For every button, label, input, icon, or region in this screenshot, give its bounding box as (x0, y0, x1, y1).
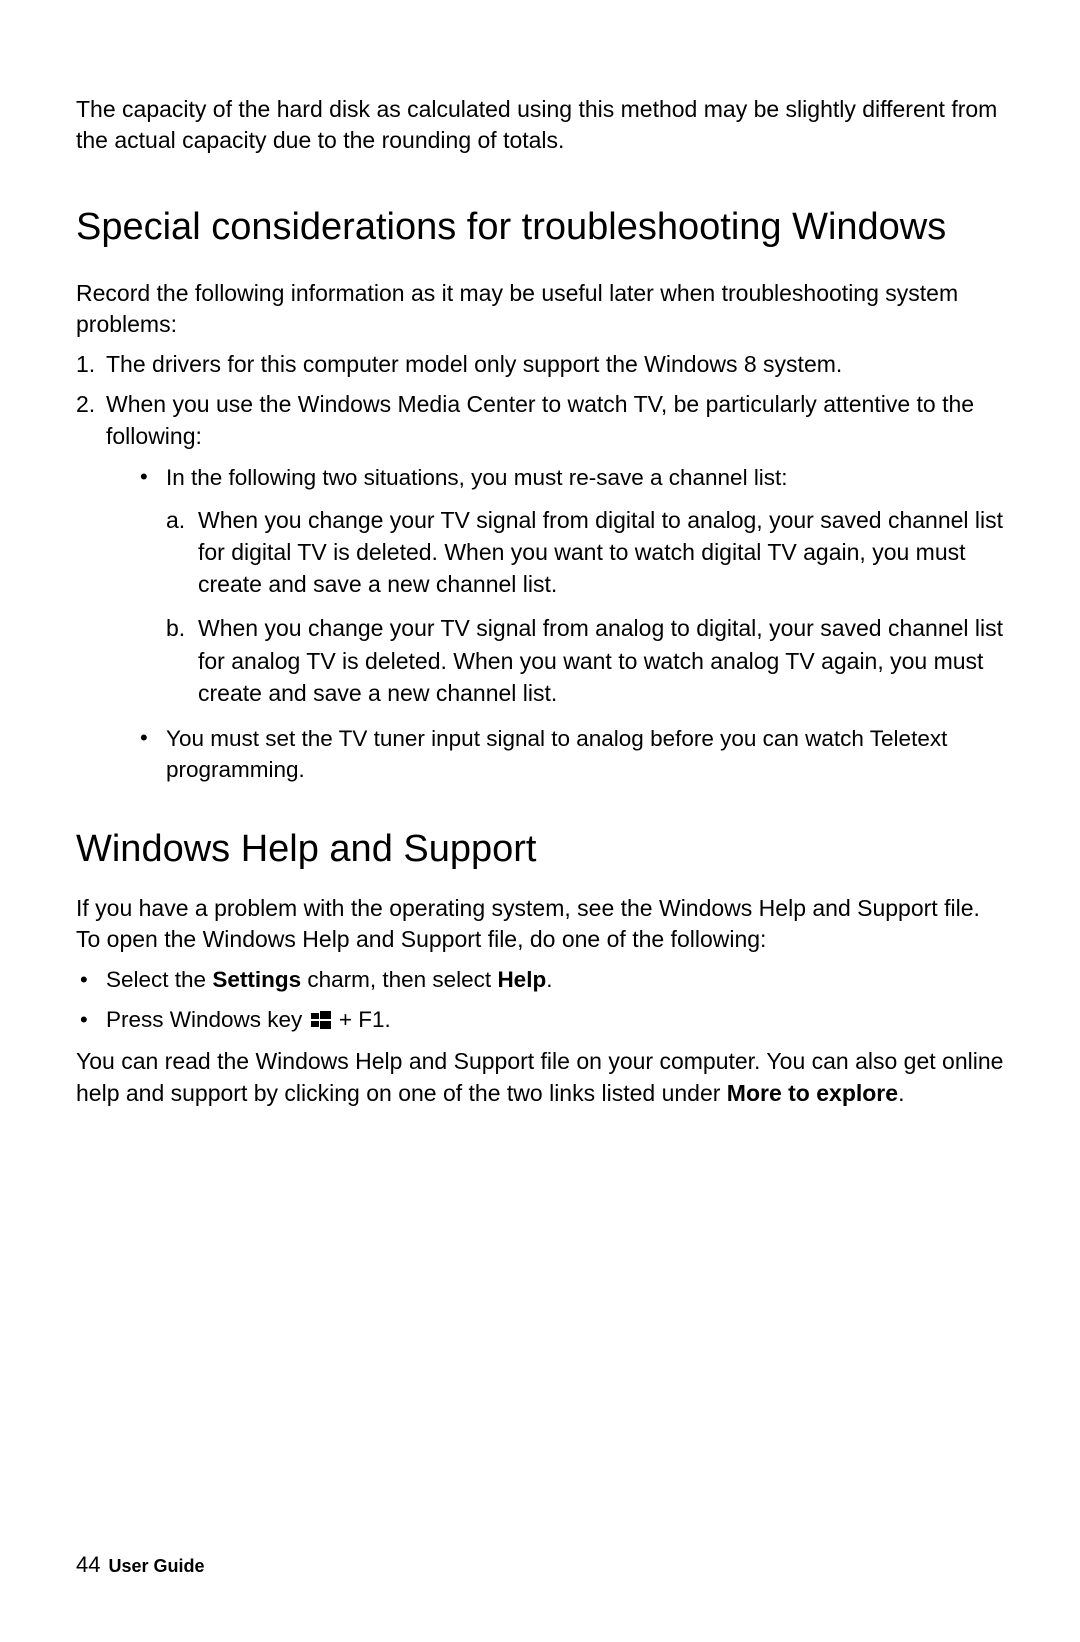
section-heading-troubleshooting: Special considerations for troubleshooti… (76, 204, 1004, 252)
footer-title: User Guide (108, 1556, 204, 1576)
list-item: When you change your TV signal from digi… (166, 504, 1004, 601)
page-footer: 44 User Guide (76, 1552, 205, 1578)
nested-bullet-list: In the following two situations, you mus… (136, 462, 1004, 786)
lettered-list: When you change your TV signal from digi… (166, 504, 1004, 709)
list-item-text: The drivers for this computer model only… (106, 351, 842, 377)
list-item-text: + F1. (333, 1007, 391, 1032)
list-item-text: You must set the TV tuner input signal t… (166, 726, 947, 783)
list-item-text: charm, then select (301, 967, 497, 992)
section2-paragraph: If you have a problem with the operating… (76, 893, 1004, 955)
bold-text: More to explore (727, 1080, 898, 1106)
list-item-text: . (546, 967, 552, 992)
list-item-text: In the following two situations, you mus… (166, 465, 788, 490)
list-item: Select the Settings charm, then select H… (76, 963, 1004, 997)
page-number: 44 (76, 1552, 100, 1577)
list-item-text: When you change your TV signal from anal… (198, 615, 1003, 705)
bold-text: Settings (212, 967, 301, 992)
list-item: When you change your TV signal from anal… (166, 612, 1004, 709)
section-heading-help: Windows Help and Support (76, 828, 1004, 871)
intro-paragraph: The capacity of the hard disk as calcula… (76, 94, 1004, 156)
list-item: You must set the TV tuner input signal t… (136, 723, 1004, 786)
closing-paragraph: You can read the Windows Help and Suppor… (76, 1046, 1004, 1108)
list-item: The drivers for this computer model only… (76, 348, 1004, 380)
help-bullet-list: Select the Settings charm, then select H… (76, 963, 1004, 1037)
section1-paragraph: Record the following information as it m… (76, 278, 1004, 340)
list-item: Press Windows key + F1. (76, 1003, 1004, 1037)
bold-text: Help (497, 967, 546, 992)
windows-key-icon (311, 1011, 331, 1029)
numbered-list: The drivers for this computer model only… (76, 348, 1004, 786)
list-item-text: Select the (106, 967, 212, 992)
list-item-text: Press Windows key (106, 1007, 309, 1032)
list-item-text: When you use the Windows Media Center to… (106, 391, 974, 449)
list-item: In the following two situations, you mus… (136, 462, 1004, 709)
closing-text: . (898, 1080, 904, 1106)
list-item-text: When you change your TV signal from digi… (198, 507, 1003, 597)
list-item: When you use the Windows Media Center to… (76, 388, 1004, 786)
